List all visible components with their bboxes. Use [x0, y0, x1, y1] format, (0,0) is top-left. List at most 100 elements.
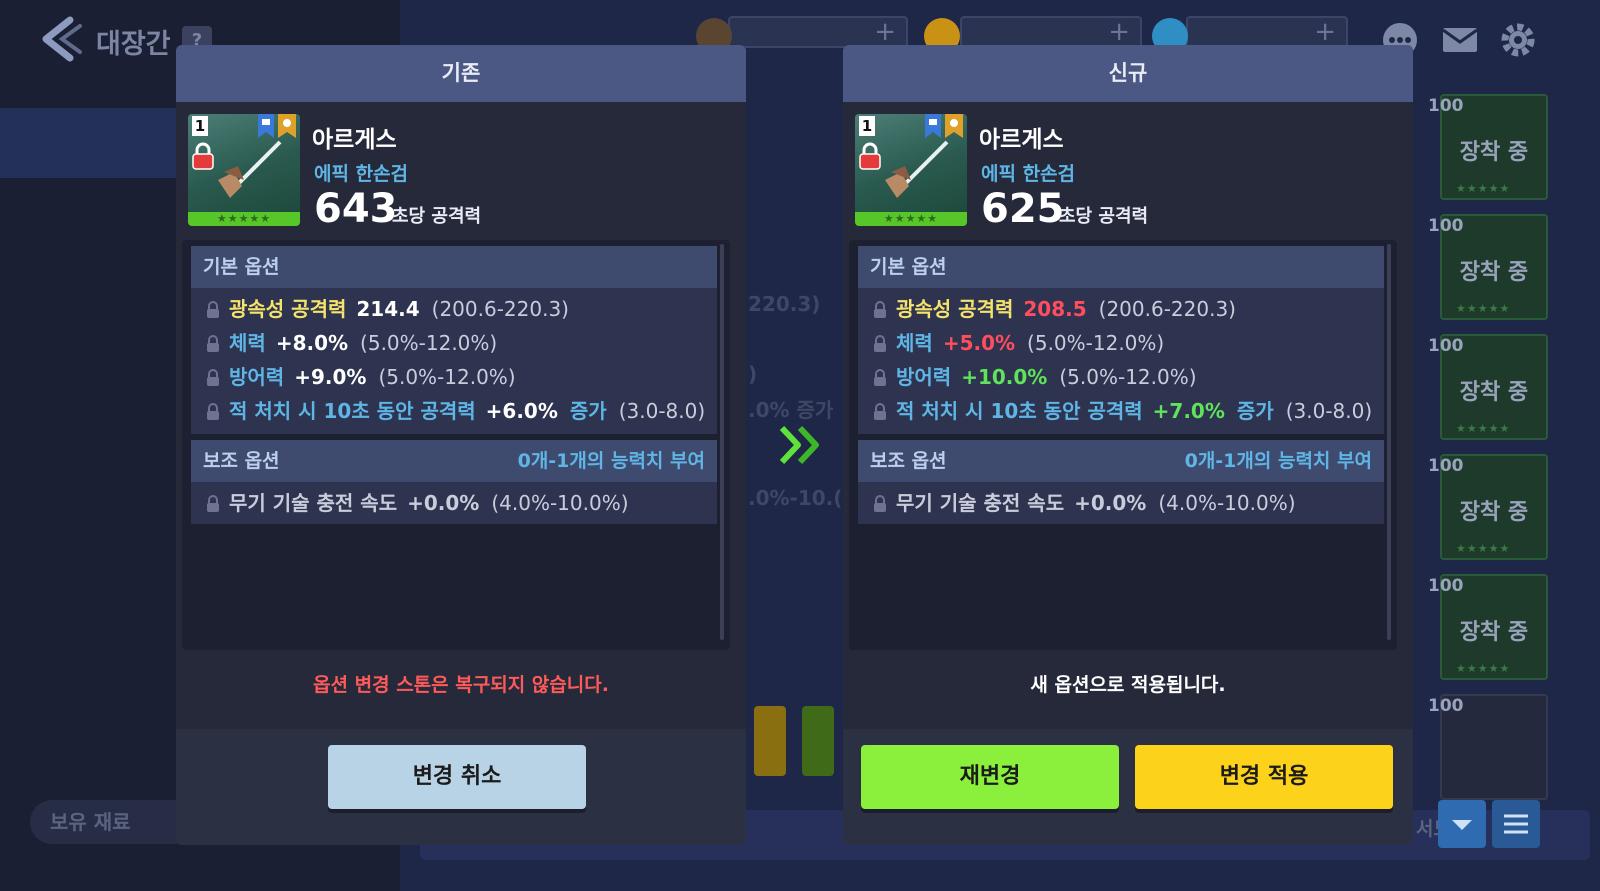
settings-gear-icon[interactable]: [1498, 20, 1538, 60]
background-green-button: [802, 706, 834, 776]
sub-option-row: 무기 기술 충전 속도 +0.0% (4.0%-10.0%): [858, 486, 1384, 520]
option-name: 방어력: [896, 365, 952, 389]
option-name: 적 처치 시 10초 동안 공격력: [229, 399, 476, 423]
inventory-slot[interactable]: 100 장착 중 ★★★★★: [1418, 210, 1558, 322]
option-name: 체력: [896, 331, 933, 355]
option-row: 방어력 +10.0% (5.0%-12.0%): [858, 360, 1384, 394]
option-range: (200.6-220.3): [1098, 297, 1236, 321]
background-ghost-text: .0% 증가: [748, 398, 834, 422]
lock-icon: [207, 335, 219, 352]
reroll-button[interactable]: 재변경: [861, 745, 1119, 809]
option-value: +7.0%: [1152, 399, 1225, 423]
options-scrollbar[interactable]: [720, 244, 724, 640]
chevron-down-icon: [1452, 820, 1472, 830]
new-options-panel: 신규 1 ★★★★★ 아르게스 에픽 한손검 625 초당 공격력 기본 옵션 …: [843, 45, 1413, 845]
sub-options-header: 보조 옵션 0개-1개의 능력치 부여: [191, 440, 717, 482]
option-row: 광속성 공격력 208.5 (200.6-220.3): [858, 292, 1384, 326]
inventory-slot[interactable]: 100 장착 중 ★★★★★: [1418, 90, 1558, 202]
option-row: 적 처치 시 10초 동안 공격력 +6.0% 증가 (3.0-8.0): [191, 394, 717, 428]
mail-icon[interactable]: [1440, 20, 1480, 60]
background-ghost-text: ): [748, 362, 758, 386]
item-type: 에픽 한손검: [981, 163, 1076, 185]
double-chevron-right-icon: [778, 424, 824, 466]
slot-stars: ★★★★★: [1456, 422, 1511, 435]
sub-options-title: 보조 옵션: [203, 450, 280, 472]
panel-header: 신규: [843, 45, 1413, 102]
filter-sliders-icon: [1504, 814, 1528, 834]
slot-count: 100: [1428, 696, 1464, 716]
basic-options-header: 기본 옵션: [858, 246, 1384, 288]
option-range: (4.0%-10.0%): [1158, 491, 1296, 515]
lock-icon[interactable]: [191, 142, 215, 170]
item-name: 아르게스: [312, 127, 397, 153]
slot-count: 100: [1428, 456, 1464, 476]
inventory-slot[interactable]: 100 장착 중 ★★★★★: [1418, 330, 1558, 442]
option-name: 광속성 공격력: [229, 297, 347, 321]
add-gem-icon[interactable]: +: [1314, 18, 1336, 46]
inventory-slot[interactable]: 100 장착 중 ★★★★★: [1418, 450, 1558, 562]
inventory-slot[interactable]: 100: [1418, 690, 1558, 802]
slot-equipped-label: 장착 중: [1459, 380, 1529, 405]
add-coffee-icon[interactable]: +: [874, 18, 896, 46]
option-value: +6.0%: [485, 399, 558, 423]
sub-options-note: 0개-1개의 능력치 부여: [1184, 450, 1372, 472]
slot-count: 100: [1428, 96, 1464, 116]
option-name: 광속성 공격력: [896, 297, 1014, 321]
item-dps-label: 초당 공격력: [392, 206, 482, 227]
background-yellow-button: [754, 706, 786, 776]
background-selected-tab: [0, 108, 176, 178]
item-name: 아르게스: [979, 127, 1064, 153]
slot-stars: ★★★★★: [1456, 542, 1511, 555]
option-value: 214.4: [356, 297, 420, 321]
option-row: 체력 +5.0% (5.0%-12.0%): [858, 326, 1384, 360]
item-dps-value: 643: [314, 186, 398, 232]
background-ghost-text: 220.3): [748, 292, 821, 316]
options-box: 기본 옵션 광속성 공격력 208.5 (200.6-220.3) 체력 +5.0% (5…: [849, 240, 1397, 650]
options-box: 기본 옵션 광속성 공격력 214.4 (200.6-220.3) 체력 +8.0% (5…: [182, 240, 730, 650]
sub-option-row: 무기 기술 충전 속도 +0.0% (4.0%-10.0%): [191, 486, 717, 520]
option-range: (200.6-220.3): [431, 297, 569, 321]
option-range: (5.0%-12.0%): [1059, 365, 1197, 389]
option-row: 적 처치 시 10초 동안 공격력 +7.0% 증가 (3.0-8.0): [858, 394, 1384, 428]
filter-button[interactable]: [1492, 800, 1540, 848]
existing-options-panel: 기존 1 ★★★★★ 아르게스 에픽 한손검 643 초당 공격력 기본 옵션 …: [176, 45, 746, 845]
lock-icon[interactable]: [858, 142, 882, 170]
warning-message: 옵션 변경 스톤은 복구되지 않습니다.: [313, 674, 609, 696]
panel-header: 기존: [176, 45, 746, 102]
slot-equipped-label: 장착 중: [1459, 500, 1529, 525]
lock-icon: [874, 369, 886, 386]
lock-icon: [874, 335, 886, 352]
item-dps-label: 초당 공격력: [1059, 206, 1149, 227]
item-rank: 1: [859, 116, 875, 136]
background-ghost-text: .0%-10.(: [748, 486, 843, 510]
item-type: 에픽 한손검: [314, 163, 409, 185]
lock-icon: [207, 403, 219, 420]
sub-options-list: 무기 기술 충전 속도 +0.0% (4.0%-10.0%): [191, 482, 717, 524]
item-rank: 1: [192, 116, 208, 136]
option-name: 무기 기술 충전 속도: [896, 491, 1065, 515]
option-name: 무기 기술 충전 속도: [229, 491, 398, 515]
item-card: 1 ★★★★★: [188, 114, 300, 226]
inventory-slot[interactable]: 100 장착 중 ★★★★★: [1418, 570, 1558, 682]
add-gold-icon[interactable]: +: [1108, 18, 1130, 46]
option-value: +10.0%: [961, 365, 1048, 389]
option-value: +8.0%: [275, 331, 349, 355]
option-suffix: 증가: [1236, 399, 1274, 423]
slot-stars: ★★★★★: [1456, 182, 1511, 195]
option-range: (3.0-8.0): [1285, 399, 1373, 423]
slot-equipped-label: 장착 중: [1459, 140, 1529, 165]
cancel-change-button[interactable]: 변경 취소: [328, 745, 586, 809]
option-suffix: 증가: [569, 399, 607, 423]
panel-body: 1 ★★★★★ 아르게스 에픽 한손검 643 초당 공격력 기본 옵션 광속성…: [176, 102, 746, 729]
options-scrollbar[interactable]: [1387, 244, 1391, 640]
slot-count: 100: [1428, 336, 1464, 356]
option-row: 광속성 공격력 214.4 (200.6-220.3): [191, 292, 717, 326]
item-stars: ★★★★★: [188, 212, 300, 226]
back-arrow-icon[interactable]: [36, 14, 84, 64]
lock-icon: [874, 301, 886, 318]
option-row: 방어력 +9.0% (5.0%-12.0%): [191, 360, 717, 394]
item-flag-icons: [925, 114, 963, 138]
apply-change-button[interactable]: 변경 적용: [1135, 745, 1393, 809]
sword-icon: [218, 140, 282, 198]
sort-dropdown-button[interactable]: [1438, 800, 1486, 848]
